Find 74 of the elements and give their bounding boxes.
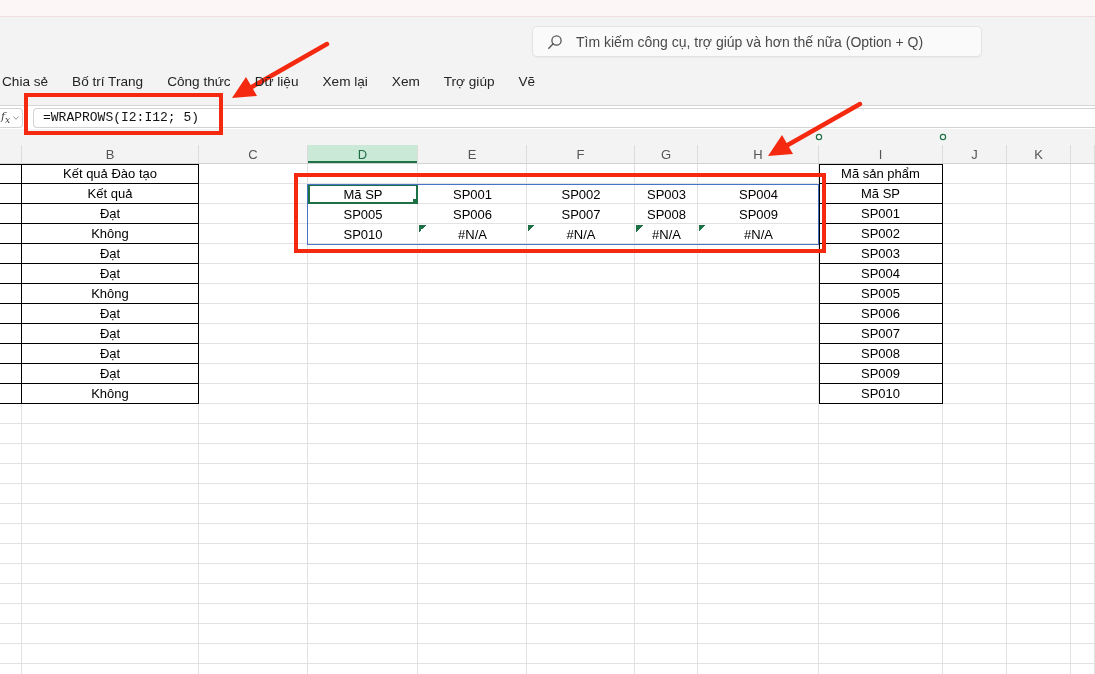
table-cell (0, 384, 22, 404)
search-placeholder: Tìm kiếm công cụ, trợ giúp và hơn thế nữa (Option + Q) (576, 33, 924, 50)
table-cell: Đạt (22, 364, 199, 384)
table-cell: Mã SP (308, 184, 418, 204)
table-cell: Không (22, 224, 199, 244)
table-cell: Kết quả (22, 184, 199, 204)
menu-tab[interactable]: Trợ giúp (443, 72, 495, 92)
column-header[interactable]: I (819, 145, 943, 163)
table-cell-text: SP001 (451, 185, 493, 204)
table-cell-text: SP003 (645, 185, 687, 204)
search-icon (548, 34, 562, 49)
table-cell-text: SP010 (342, 225, 384, 244)
table-cell: SP004 (819, 264, 943, 284)
table-cell: Không (22, 284, 199, 304)
table-cell: Đạt (22, 264, 199, 284)
column-header[interactable]: B (22, 145, 199, 163)
table-cell: SP010 (819, 384, 943, 404)
table-cell: Đạt (22, 204, 199, 224)
column-header[interactable]: K (1007, 145, 1071, 163)
table-cell-text: SP008 (645, 205, 687, 224)
search-field[interactable]: Tìm kiếm công cụ, trợ giúp và hơn thế nữa (Option + Q) (532, 26, 982, 57)
table-cell (0, 284, 22, 304)
table-cell: Mã SP (819, 184, 943, 204)
table-cell (0, 244, 22, 264)
column-header[interactable]: J (943, 145, 1007, 163)
cell-value: #N/A (652, 226, 681, 242)
resize-handle-icon[interactable] (815, 133, 823, 141)
table-cell: SP002 (819, 224, 943, 244)
table-cell-text: SP009 (737, 205, 779, 224)
table-cell: SP005 (819, 284, 943, 304)
column-header[interactable]: E (418, 145, 527, 163)
table-cell: SP003 (819, 244, 943, 264)
column-header[interactable]: F (527, 145, 635, 163)
table-cell: SP001 (819, 204, 943, 224)
table-cell (0, 304, 22, 324)
table-cell: Đạt (22, 244, 199, 264)
menu-tab[interactable]: Công thức (167, 72, 231, 92)
insert-function-button[interactable]: f$_{x}$ (0, 107, 23, 128)
table-cell (0, 344, 22, 364)
table-cell (0, 264, 22, 284)
table-cell: SP007 (819, 324, 943, 344)
table-cell-text: SP007 (560, 205, 602, 224)
cell-value: #N/A (744, 226, 773, 242)
table-cell-text: SP004 (737, 185, 779, 204)
table-cell: Đạt (22, 324, 199, 344)
table-cell (0, 224, 22, 244)
table-cell: SP006 (819, 304, 943, 324)
table-cell-text: SP005 (342, 205, 384, 224)
resize-handle-icon[interactable] (939, 133, 947, 141)
formula-field[interactable]: =WRAPROWS(I2:I12; 5) (33, 107, 1095, 128)
menu-tab[interactable]: Bố trí Trang (72, 72, 144, 92)
table-cell: Kết quả Đào tạo (22, 164, 199, 184)
table-cell: Mã sản phẩm (819, 164, 943, 184)
menu-tab[interactable]: Chia sẻ (2, 72, 49, 92)
table-cell: SP008 (819, 344, 943, 364)
table-cell (0, 164, 22, 184)
table-cell (0, 204, 22, 224)
table-cell (0, 184, 22, 204)
cell-value: #N/A (458, 226, 487, 242)
table-cell (0, 364, 22, 384)
table-cell (0, 324, 22, 344)
column-header[interactable]: D (308, 145, 418, 163)
table-cell-text: SP006 (451, 205, 493, 224)
column-header[interactable]: G (635, 145, 698, 163)
menu-tab[interactable]: Xem (391, 72, 420, 92)
menu-tab[interactable]: Vẽ (518, 72, 536, 92)
table-cell: Đạt (22, 304, 199, 324)
table-cell: Không (22, 384, 199, 404)
table-cell: Đạt (22, 344, 199, 364)
chevron-down-icon (13, 115, 19, 120)
cell-value: #N/A (566, 226, 596, 242)
menu-tab[interactable]: Xem lại (322, 72, 368, 92)
table-cell-text: SP002 (560, 185, 602, 204)
table-cell: SP009 (819, 364, 943, 384)
